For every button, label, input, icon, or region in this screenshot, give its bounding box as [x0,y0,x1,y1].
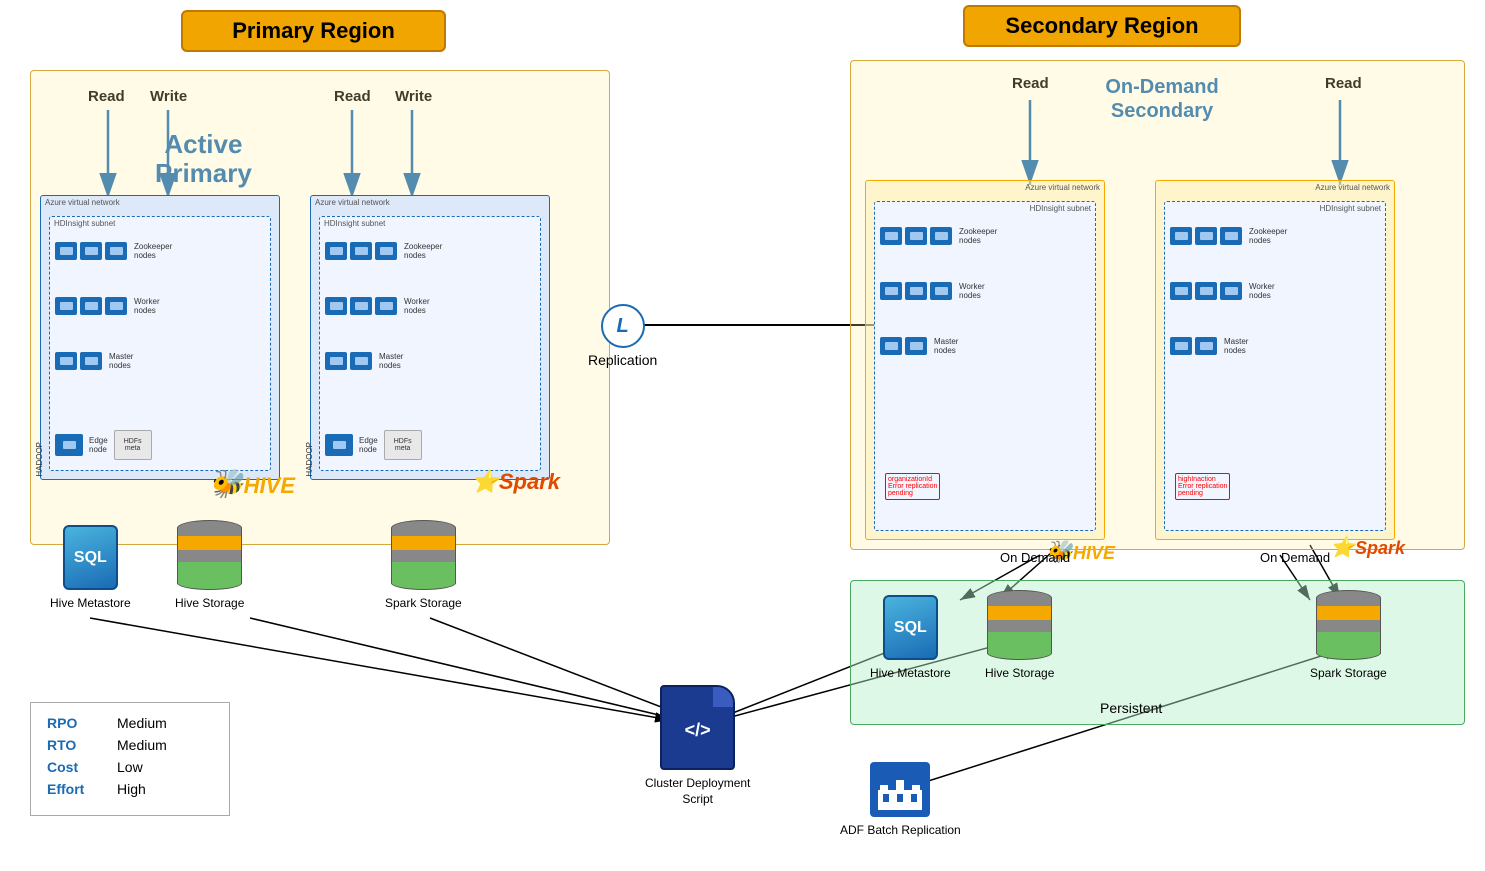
cluster-deployment-script: </> Cluster Deployment Script [645,685,750,807]
azure-vnet-3-label: Azure virtual network [866,181,1104,194]
hadoop-1: HADOOP [35,442,44,477]
master-nodes-2: Masternodes [379,352,403,370]
azure-vnet-1-label: Azure virtual network [41,196,279,209]
on-demand-label-1: On Demand [1000,550,1070,565]
hive-metastore-secondary: SQL Hive Metastore [870,595,951,680]
adf-label: ADF Batch Replication [840,823,961,837]
legend-rto: RTO Medium [47,737,213,753]
hive-metastore-primary: SQL Hive Metastore [50,525,131,610]
hive-storage-secondary-label: Hive Storage [985,666,1054,680]
on-demand-label-2: On Demand [1260,550,1330,565]
replication-section: L Replication [588,304,657,368]
worker-nodes-1: Workernodes [134,297,160,315]
zk-nodes-2: Zookeepernodes [404,242,442,260]
secondary-cluster-2: Azure virtual network HDInsight subnet Z… [1155,180,1400,545]
spark-storage-secondary-label: Spark Storage [1310,666,1387,680]
hdinsight-subnet-2-label: HDInsight subnet [320,217,540,230]
primary-cluster-2: Azure virtual network HDInsight subnet Z… [310,195,555,485]
persistent-label: Persistent [1100,700,1162,716]
legend-effort: Effort High [47,781,213,797]
legend-rpo: RPO Medium [47,715,213,731]
worker-nodes-2: Workernodes [404,297,430,315]
zk-nodes-3: Zookeepernodes [959,227,997,245]
master-nodes-4: Masternodes [1224,337,1248,355]
secondary-region-label: Secondary Region [1005,13,1198,38]
hive-storage-primary: Hive Storage [175,520,244,610]
spark-storage-primary: Spark Storage [385,520,462,610]
replication-circle: L [601,304,645,348]
error-label-1: organizationIdError replicationpending [885,473,940,500]
worker-nodes-4: Workernodes [1249,282,1275,300]
azure-vnet-2-label: Azure virtual network [311,196,549,209]
hive-storage-secondary: Hive Storage [985,590,1054,680]
master-nodes-3: Masternodes [934,337,958,355]
primary-region-label: Primary Region [232,18,395,43]
hdinsight-subnet-4-label: HDInsight subnet [1165,202,1385,215]
hdinsight-subnet-3-label: HDInsight subnet [875,202,1095,215]
replication-label: Replication [588,352,657,368]
edge-node-1: Edgenode [89,436,108,454]
spark-storage-secondary: Spark Storage [1310,590,1387,680]
legend-cost: Cost Low [47,759,213,775]
legend-box: RPO Medium RTO Medium Cost Low Effort Hi… [30,702,230,816]
zk-nodes-4: Zookeepernodes [1249,227,1287,245]
error-label-2: highInactionError replicationpending [1175,473,1230,500]
main-diagram: Primary Region Secondary Region Active P… [0,0,1485,871]
spark-logo-2: ⭐Spark [1330,535,1405,560]
spark-logo-1: ⭐Spark [471,469,560,495]
secondary-region-banner: Secondary Region [963,5,1241,47]
cluster-deployment-label: Cluster Deployment Script [645,776,750,807]
hdfs-1: HDFsmeta [114,430,152,460]
hive-metastore-secondary-label: Hive Metastore [870,666,951,680]
worker-nodes-3: Workernodes [959,282,985,300]
zk-nodes-1: Zookeepernodes [134,242,172,260]
spark-storage-primary-label: Spark Storage [385,596,462,610]
hdinsight-subnet-1-label: HDInsight subnet [50,217,270,230]
adf-batch-replication: ADF Batch Replication [840,762,961,837]
master-nodes-1: Masternodes [109,352,133,370]
hive-logo-1: 🐝HIVE [209,467,295,500]
hive-metastore-primary-label: Hive Metastore [50,596,131,610]
primary-region-banner: Primary Region [181,10,446,52]
azure-vnet-4-label: Azure virtual network [1156,181,1394,194]
secondary-cluster-1: Azure virtual network HDInsight subnet Z… [865,180,1110,545]
hdfs-2: HDFsmeta [384,430,422,460]
primary-cluster-1: Azure virtual network HDInsight subnet Z… [40,195,285,485]
hadoop-2: HADOOP [305,442,314,477]
edge-node-2: Edgenode [359,436,378,454]
hive-storage-primary-label: Hive Storage [175,596,244,610]
